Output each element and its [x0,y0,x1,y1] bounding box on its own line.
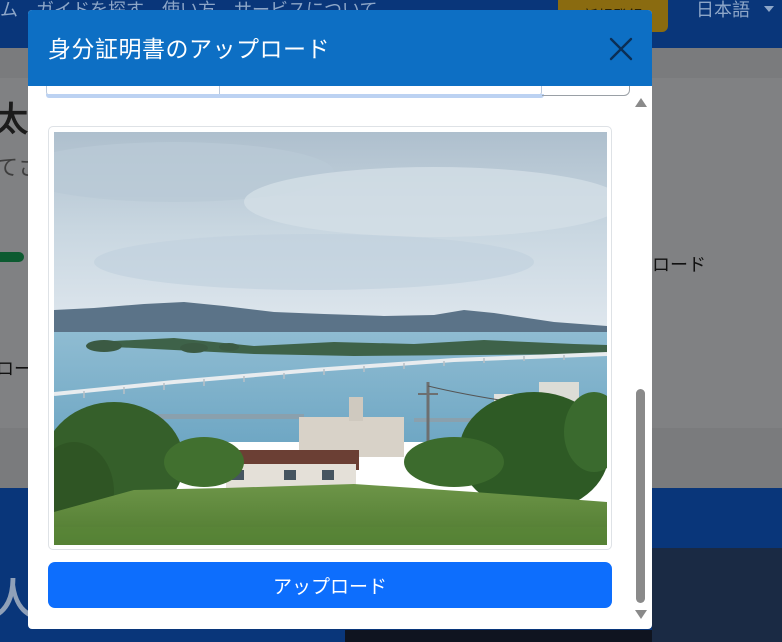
modal-title: 身分証明書のアップロード [48,37,330,63]
background-progress-bar [0,252,24,262]
image-preview-frame [48,126,612,550]
image-preview [54,132,607,545]
background-photo [652,548,782,642]
scroll-up-arrow-icon[interactable] [635,98,647,107]
background-language-select: 日本語 [696,0,750,21]
modal-scrollbar[interactable] [634,94,648,624]
background-photo-strip [345,630,652,642]
upload-id-modal: 身分証明書のアップロード アップロード [28,10,652,629]
close-button[interactable] [606,34,636,64]
focus-ring [46,94,544,98]
file-input-group [46,86,630,98]
scrollbar-thumb[interactable] [636,389,645,603]
scroll-down-arrow-icon[interactable] [635,610,647,619]
modal-body: アップロード [28,86,652,629]
file-input-addon-button[interactable] [542,86,630,96]
upload-button[interactable]: アップロード [48,562,612,608]
background-upload-label: ロード [652,255,706,276]
chevron-down-icon [764,6,774,12]
close-icon [609,37,633,61]
modal-header: 身分証明書のアップロード [28,10,652,86]
